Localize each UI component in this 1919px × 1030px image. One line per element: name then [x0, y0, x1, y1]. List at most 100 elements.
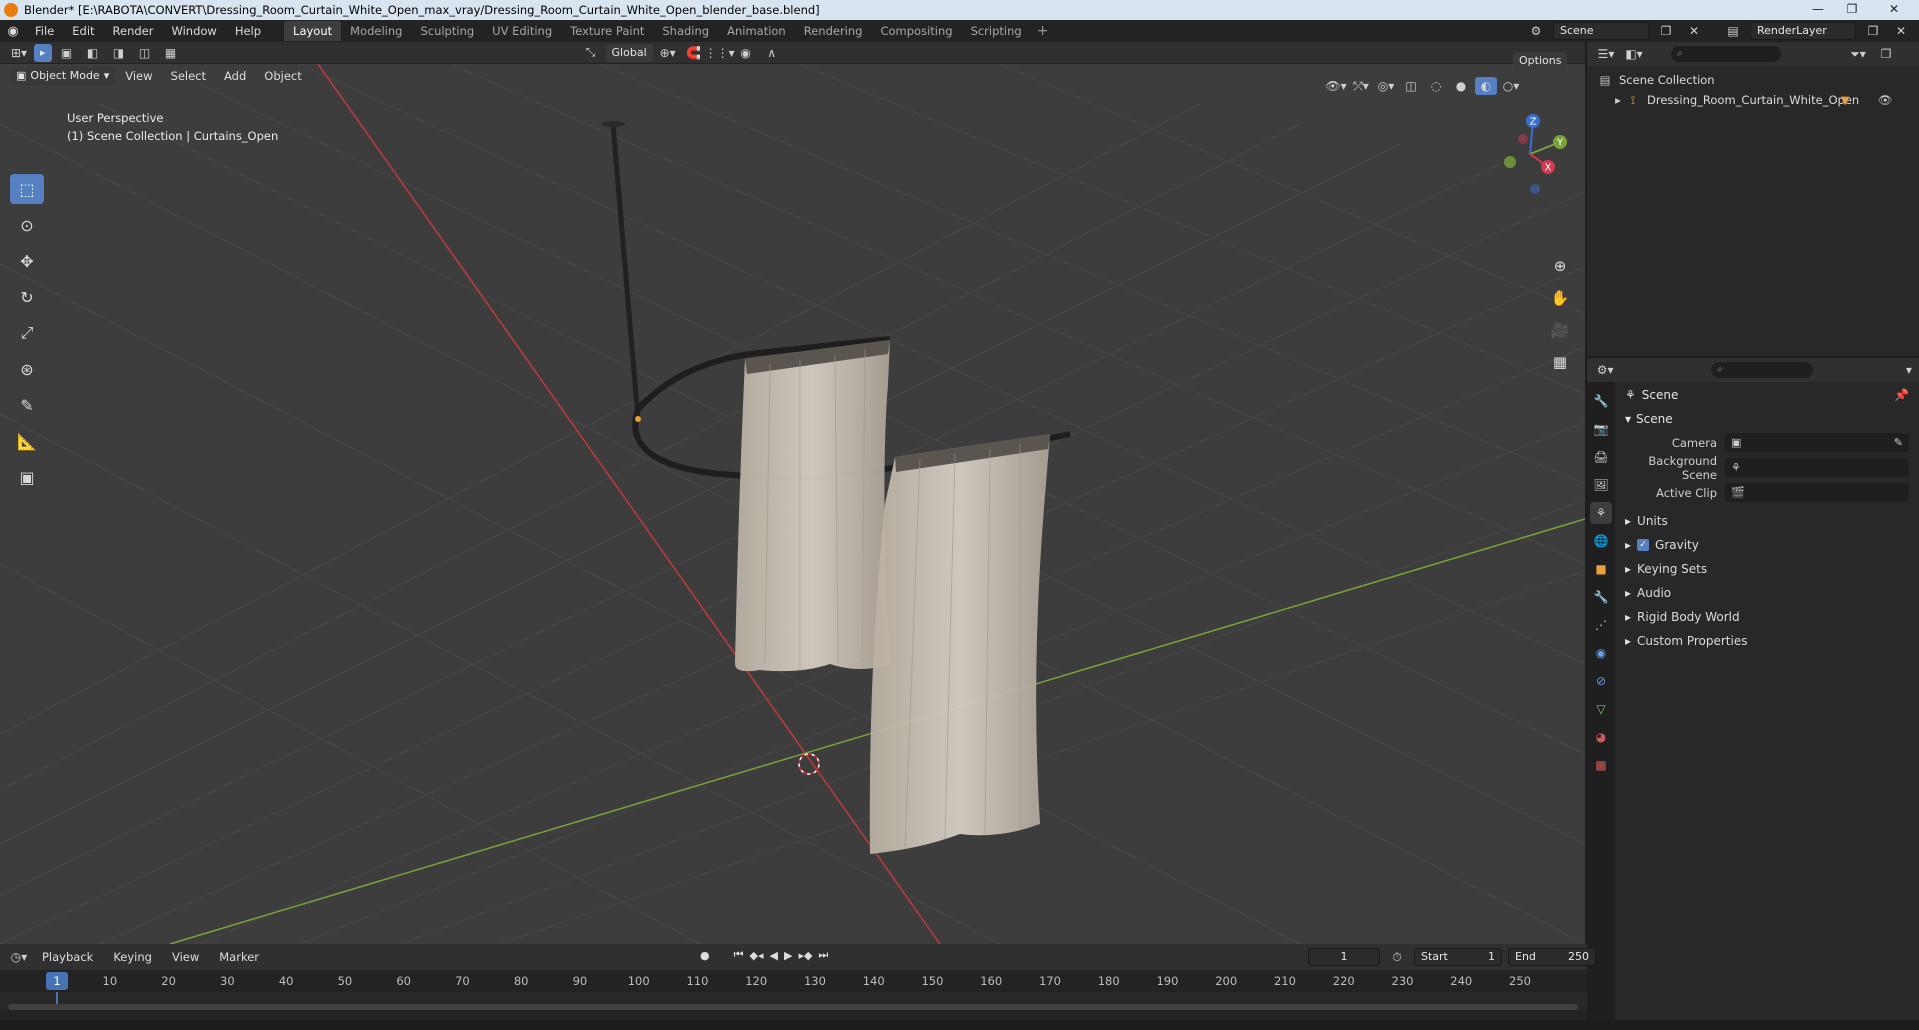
- timeline-menu-keying[interactable]: Keying: [105, 950, 160, 964]
- renderlayer-icon[interactable]: ▤: [1722, 22, 1744, 40]
- timeline-menu-marker[interactable]: Marker: [211, 950, 267, 964]
- play-reverse-icon[interactable]: ◀: [770, 949, 778, 962]
- tab-animation[interactable]: Animation: [718, 21, 795, 41]
- view-layer-tab-icon[interactable]: 🖼: [1590, 474, 1612, 496]
- render-tab-icon[interactable]: 📷: [1590, 418, 1612, 440]
- properties-options-icon[interactable]: ▾: [1899, 361, 1919, 379]
- expand-arrow-icon[interactable]: ▸: [1613, 92, 1623, 108]
- viewport-menu-select[interactable]: Select: [163, 69, 214, 83]
- falloff-icon[interactable]: ∧: [761, 44, 783, 62]
- cursor-tool-icon[interactable]: ⊙: [10, 210, 44, 240]
- move-tool-icon[interactable]: ✥: [10, 246, 44, 276]
- visibility-icon[interactable]: 👁▾: [1325, 77, 1347, 95]
- timeline-menu-view[interactable]: View: [164, 950, 207, 964]
- jump-end-icon[interactable]: ⏭: [818, 948, 828, 962]
- timeline-scrollbar[interactable]: [8, 1004, 1578, 1010]
- tab-layout[interactable]: Layout: [284, 21, 342, 41]
- new-collection-icon[interactable]: ❐: [1875, 45, 1897, 63]
- menu-render[interactable]: Render: [104, 20, 163, 42]
- object-mode-dropdown[interactable]: ▣ Object Mode ▾: [10, 67, 116, 85]
- display-mode-icon[interactable]: ◧▾: [1623, 45, 1645, 63]
- active-clip-field[interactable]: 🎬: [1725, 483, 1909, 502]
- select-subtract-icon[interactable]: ◨: [108, 44, 130, 62]
- material-tab-icon[interactable]: ◕: [1590, 726, 1612, 748]
- select-intersect-icon[interactable]: ▦: [160, 44, 182, 62]
- snap-target-icon[interactable]: ⋮⋮▾: [705, 44, 735, 62]
- scene-panel-header[interactable]: ▾ Scene: [1619, 408, 1915, 430]
- menu-edit[interactable]: Edit: [63, 20, 103, 42]
- rotate-tool-icon[interactable]: ↻: [10, 282, 44, 312]
- output-tab-icon[interactable]: 🖨: [1590, 446, 1612, 468]
- tab-scripting[interactable]: Scripting: [962, 21, 1031, 41]
- scene-tab-icon[interactable]: ⚘: [1590, 502, 1612, 524]
- camera-view-icon[interactable]: 🎥: [1548, 318, 1572, 342]
- constraints-tab-icon[interactable]: ⊘: [1590, 670, 1612, 692]
- solid-shading-icon[interactable]: ●: [1450, 77, 1472, 95]
- select-tool-button[interactable]: ▸: [34, 43, 52, 62]
- rendered-shading-icon[interactable]: ○▾: [1500, 77, 1522, 95]
- options-dropdown[interactable]: Options: [1513, 52, 1568, 70]
- outliner-item[interactable]: ▸ ⟟ Dressing_Room_Curtain_White_Open ▼ 👁: [1587, 90, 1919, 110]
- remove-scene-icon[interactable]: ✕: [1683, 22, 1705, 40]
- frame-ruler[interactable]: 1 10 20 30 40 50 60 70 80 90 100 110 120 130 140 150 160…: [0, 970, 1587, 992]
- transform-orientation-dropdown[interactable]: Global: [605, 43, 653, 62]
- background-scene-field[interactable]: ⚘: [1725, 458, 1909, 477]
- start-frame-field[interactable]: Start 1: [1414, 948, 1502, 966]
- minimize-icon[interactable]: —: [1805, 0, 1831, 18]
- physics-tab-icon[interactable]: ◉: [1590, 642, 1612, 664]
- outliner-scene-collection[interactable]: ▤ Scene Collection: [1587, 70, 1919, 90]
- add-workspace-icon[interactable]: +: [1031, 23, 1055, 39]
- camera-field[interactable]: ▣ ✎: [1725, 433, 1909, 452]
- xray-icon[interactable]: ◫: [1400, 77, 1422, 95]
- particles-tab-icon[interactable]: ⋰: [1590, 614, 1612, 636]
- menu-window[interactable]: Window: [162, 20, 225, 42]
- overlay-toggle-icon[interactable]: ◎▾: [1375, 77, 1397, 95]
- measure-tool-icon[interactable]: 📐: [10, 426, 44, 456]
- next-keyframe-icon[interactable]: ▸◆: [798, 949, 812, 962]
- navigation-gizmo[interactable]: Z Y X: [1480, 109, 1580, 199]
- stopwatch-icon[interactable]: ⏱: [1386, 948, 1408, 966]
- add-cube-tool-icon[interactable]: ▣: [10, 462, 44, 492]
- play-icon[interactable]: ▶: [784, 949, 792, 962]
- viewport-menu-view[interactable]: View: [117, 69, 160, 83]
- editor-type-icon[interactable]: ⊞▾: [8, 44, 30, 62]
- pin-icon[interactable]: 📌: [1894, 388, 1909, 402]
- transform-tool-icon[interactable]: ⊛: [10, 354, 44, 384]
- renderlayer-name-field[interactable]: RenderLayer: [1750, 22, 1856, 40]
- material-shading-icon[interactable]: ◐: [1475, 77, 1497, 95]
- filter-icon[interactable]: ⏷▾: [1847, 45, 1869, 63]
- custom-properties-subpanel[interactable]: ▸ Custom Properties: [1619, 629, 1915, 653]
- jump-start-icon[interactable]: ⏮: [734, 948, 744, 962]
- wireframe-shading-icon[interactable]: ◌: [1425, 77, 1447, 95]
- viewport-menu-add[interactable]: Add: [216, 69, 254, 83]
- rigid-body-world-subpanel[interactable]: ▸ Rigid Body World: [1619, 605, 1915, 629]
- 3d-viewport[interactable]: User Perspective (1) Scene Collection | …: [0, 64, 1585, 944]
- current-frame-field[interactable]: 1: [1308, 948, 1380, 966]
- new-renderlayer-icon[interactable]: ❐: [1862, 22, 1884, 40]
- scene-icon[interactable]: ⚙: [1525, 22, 1547, 40]
- modifier-tab-icon[interactable]: 🔧: [1590, 586, 1612, 608]
- units-subpanel[interactable]: ▸ Units: [1619, 509, 1915, 533]
- properties-editor-type-icon[interactable]: ⚙▾: [1595, 361, 1615, 379]
- timeline-menu-playback[interactable]: Playback: [34, 950, 101, 964]
- menu-help[interactable]: Help: [226, 20, 270, 42]
- audio-subpanel[interactable]: ▸ Audio: [1619, 581, 1915, 605]
- blender-logo-icon[interactable]: ◉: [0, 20, 26, 42]
- select-extend-icon[interactable]: ◧: [82, 44, 104, 62]
- tab-compositing[interactable]: Compositing: [871, 21, 961, 41]
- tab-sculpting[interactable]: Sculpting: [411, 21, 483, 41]
- tab-texture-paint[interactable]: Texture Paint: [561, 21, 653, 41]
- outliner-search-input[interactable]: ⌕: [1671, 46, 1781, 62]
- tab-rendering[interactable]: Rendering: [795, 21, 872, 41]
- tab-shading[interactable]: Shading: [653, 21, 718, 41]
- gizmo-toggle-icon[interactable]: ⤱▾: [1350, 77, 1372, 95]
- object-tab-icon[interactable]: ■: [1590, 558, 1612, 580]
- data-tab-icon[interactable]: ▽: [1590, 698, 1612, 720]
- tab-uv-editing[interactable]: UV Editing: [483, 21, 561, 41]
- pivot-icon[interactable]: ⊕▾: [657, 44, 679, 62]
- properties-search-input[interactable]: ⌕: [1711, 362, 1813, 378]
- tool-tab-icon[interactable]: 🔧: [1590, 390, 1612, 412]
- snap-icon[interactable]: 🧲: [683, 44, 705, 62]
- gravity-checkbox[interactable]: ✓: [1637, 539, 1650, 551]
- outliner-editor-type-icon[interactable]: ☰▾: [1595, 45, 1617, 63]
